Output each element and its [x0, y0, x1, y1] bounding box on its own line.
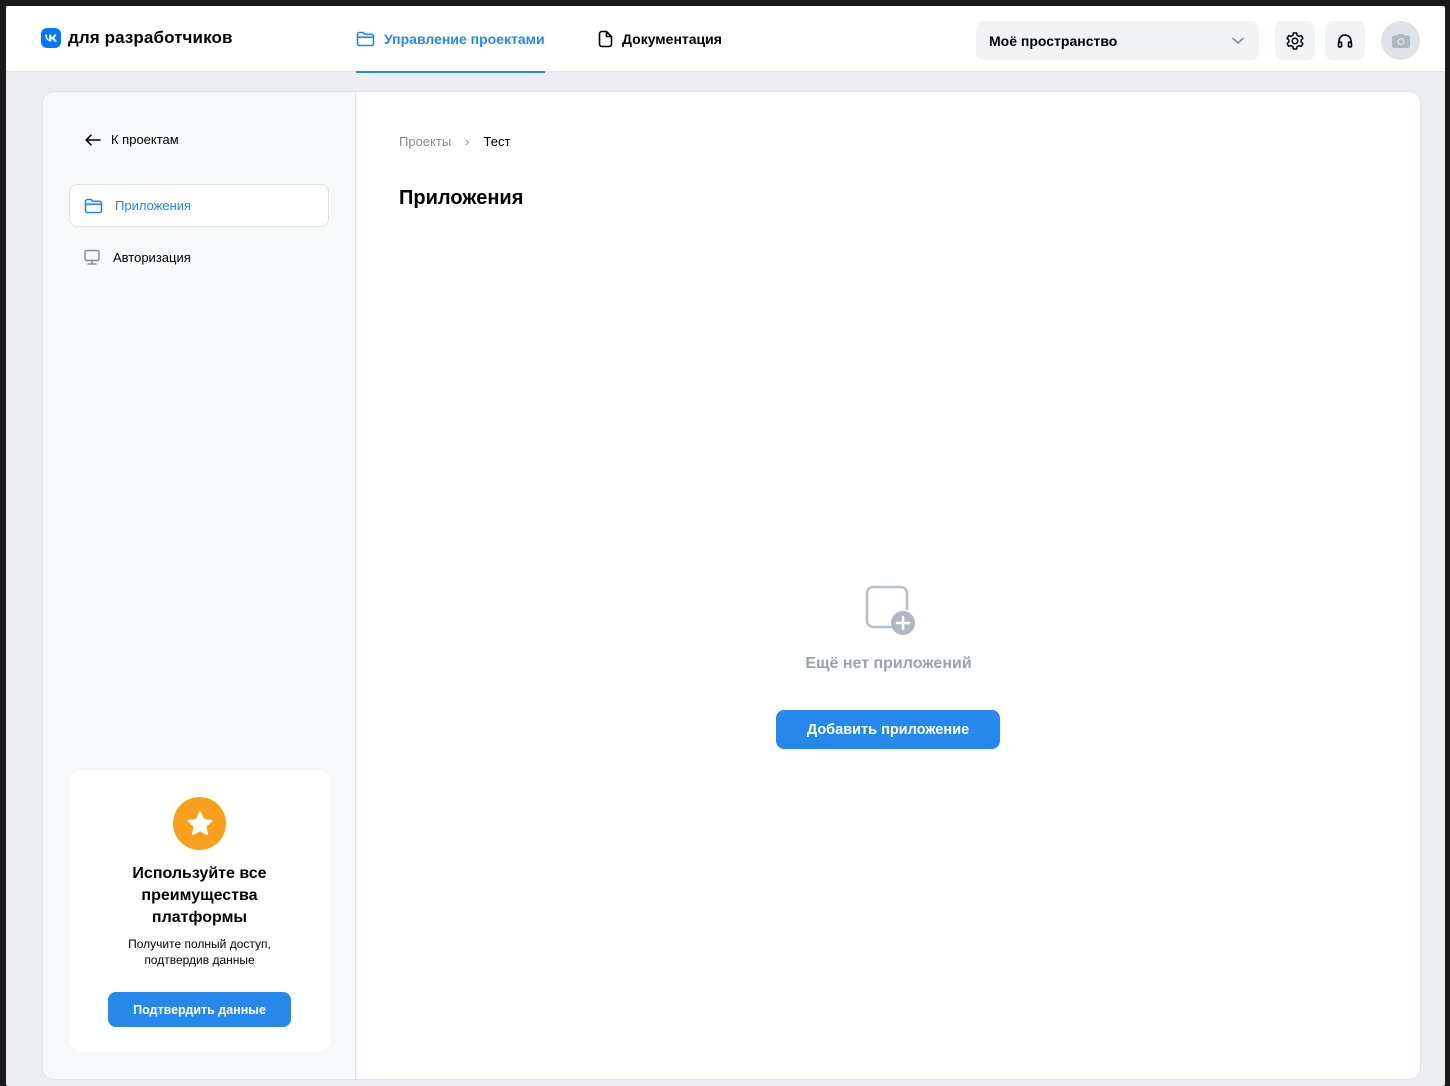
folder-icon: [84, 198, 103, 214]
folder-icon: [356, 31, 375, 47]
chevron-down-icon: [1231, 37, 1245, 45]
arrow-left-icon: [85, 133, 101, 146]
settings-button[interactable]: [1275, 21, 1315, 60]
gear-icon: [1285, 31, 1305, 51]
logo-text: для разработчиков: [68, 28, 233, 47]
confirm-data-button[interactable]: Подтвердить данные: [108, 992, 291, 1027]
add-app-icon: [863, 583, 917, 637]
star-icon: [173, 797, 226, 850]
tab-project-management[interactable]: Управление проектами: [356, 6, 545, 73]
monitor-icon: [83, 249, 101, 266]
breadcrumb-projects-link[interactable]: Проекты: [399, 134, 451, 149]
tab-documentation[interactable]: Документация: [598, 6, 722, 72]
sidebar-item-label: Приложения: [115, 198, 192, 213]
headset-icon: [1336, 32, 1354, 50]
support-button[interactable]: [1325, 21, 1365, 60]
camera-icon: [1391, 33, 1411, 49]
main-content: Проекты › Тест Приложения Ещё нет прилож…: [356, 92, 1420, 1079]
sidebar-item-label: Авторизация: [113, 250, 191, 265]
sidebar-item-authorization[interactable]: Авторизация: [69, 236, 329, 279]
promo-subtitle: Получите полный доступ, подтвердив данны…: [128, 937, 271, 967]
verification-promo: Используйте все преимущества платформы П…: [69, 770, 330, 1052]
breadcrumb: Проекты › Тест: [399, 134, 510, 149]
sidebar: К проектам Приложения Авторизация Исполь…: [43, 92, 356, 1079]
breadcrumb-current: Тест: [483, 134, 511, 149]
breadcrumb-separator: ›: [465, 134, 470, 149]
logo[interactable]: для разработчиков: [41, 28, 233, 48]
workspace-select-value: Моё пространство: [989, 32, 1118, 49]
document-icon: [598, 30, 613, 48]
back-link-label: К проектам: [111, 132, 179, 147]
top-header: для разработчиков Управление проектами Д…: [6, 6, 1445, 73]
workspace-select[interactable]: Моё пространство: [976, 21, 1259, 60]
page-title: Приложения: [399, 187, 524, 209]
promo-title: Используйте все преимущества платформы: [132, 865, 267, 926]
app-window: для разработчиков Управление проектами Д…: [6, 6, 1445, 1086]
avatar[interactable]: [1381, 21, 1420, 60]
tab-label: Управление проектами: [384, 31, 545, 47]
project-card: К проектам Приложения Авторизация Исполь…: [42, 91, 1421, 1080]
vk-logo-icon: [41, 28, 61, 48]
tab-label: Документация: [622, 31, 722, 47]
empty-state-text: Ещё нет приложений: [805, 655, 972, 672]
add-application-button[interactable]: Добавить приложение: [776, 710, 1000, 749]
back-to-projects-link[interactable]: К проектам: [85, 132, 179, 147]
sidebar-item-applications[interactable]: Приложения: [69, 184, 329, 227]
